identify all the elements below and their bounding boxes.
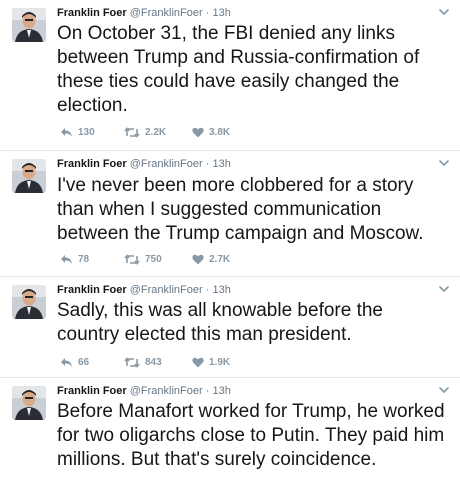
avatar[interactable] (12, 159, 46, 193)
retweet-icon (124, 253, 140, 265)
retweet-button[interactable]: 750 (124, 254, 192, 265)
tweet-header: Franklin Foer @FranklinFoer · 13h (57, 384, 436, 398)
chevron-down-icon[interactable] (438, 157, 450, 169)
author-name[interactable]: Franklin Foer (57, 7, 127, 19)
retweet-count: 2.2K (145, 126, 167, 138)
tweet-text: On October 31, the FBI denied any links … (57, 23, 420, 116)
tweet-text: I've never been more clobbered for a sto… (57, 175, 424, 244)
chevron-down-icon[interactable] (438, 283, 450, 295)
author-name[interactable]: Franklin Foer (57, 158, 127, 170)
author-handle[interactable]: @FranklinFoer (130, 385, 203, 397)
reply-count: 66 (78, 356, 90, 368)
retweet-button[interactable]: 2.2K (124, 127, 192, 138)
tweet-header: Franklin Foer @FranklinFoer · 13h (57, 157, 436, 171)
timestamp[interactable]: · 13h (206, 385, 231, 397)
like-button[interactable]: 1.9K (192, 357, 252, 368)
tweet-header: Franklin Foer @FranklinFoer · 13h (57, 283, 436, 297)
tweet-header: Franklin Foer @FranklinFoer · 13h (57, 6, 436, 20)
tweet[interactable]: Franklin Foer @FranklinFoer · 13h On Oct… (0, 0, 460, 151)
tweet-text: Sadly, this was all knowable before the … (57, 300, 383, 345)
heart-icon (192, 357, 204, 367)
reply-count: 78 (78, 253, 90, 265)
avatar[interactable] (12, 386, 46, 420)
reply-button[interactable]: 66 (60, 357, 124, 368)
reply-count: 130 (78, 126, 95, 138)
timestamp[interactable]: · 13h (206, 158, 231, 170)
retweet-button[interactable]: 843 (124, 357, 192, 368)
timestamp[interactable]: · 13h (206, 7, 231, 19)
heart-icon (192, 254, 204, 264)
like-button[interactable]: 2.7K (192, 254, 252, 265)
author-handle[interactable]: @FranklinFoer (130, 284, 203, 296)
heart-icon (192, 127, 204, 137)
reply-icon (61, 357, 72, 367)
retweet-icon (124, 126, 140, 138)
author-name[interactable]: Franklin Foer (57, 385, 127, 397)
tweet-actions: 66 843 1.9K (60, 354, 252, 370)
tweet[interactable]: Franklin Foer @FranklinFoer · 13h Before… (0, 378, 460, 499)
tweet-text: Before Manafort worked for Trump, he wor… (57, 401, 445, 470)
tweet-actions: 78 750 2.7K (60, 251, 252, 267)
author-name[interactable]: Franklin Foer (57, 284, 127, 296)
tweet[interactable]: Franklin Foer @FranklinFoer · 13h I've n… (0, 151, 460, 277)
retweet-icon (124, 356, 140, 368)
tweet[interactable]: Franklin Foer @FranklinFoer · 13h Sadly,… (0, 277, 460, 378)
reply-icon (61, 254, 72, 264)
tweet-actions: 130 2.2K 3.8K (60, 124, 252, 140)
like-count: 2.7K (209, 253, 231, 265)
like-count: 3.8K (209, 126, 231, 138)
like-count: 1.9K (209, 356, 231, 368)
chevron-down-icon[interactable] (438, 6, 450, 18)
reply-button[interactable]: 130 (60, 127, 124, 138)
tweet-feed: Franklin Foer @FranklinFoer · 13h On Oct… (0, 0, 460, 499)
avatar[interactable] (12, 285, 46, 319)
retweet-count: 750 (145, 253, 162, 265)
reply-icon (61, 127, 72, 137)
author-handle[interactable]: @FranklinFoer (130, 7, 203, 19)
avatar[interactable] (12, 8, 46, 42)
like-button[interactable]: 3.8K (192, 127, 252, 138)
retweet-count: 843 (145, 356, 162, 368)
reply-button[interactable]: 78 (60, 254, 124, 265)
timestamp[interactable]: · 13h (206, 284, 231, 296)
author-handle[interactable]: @FranklinFoer (130, 158, 203, 170)
chevron-down-icon[interactable] (438, 384, 450, 396)
